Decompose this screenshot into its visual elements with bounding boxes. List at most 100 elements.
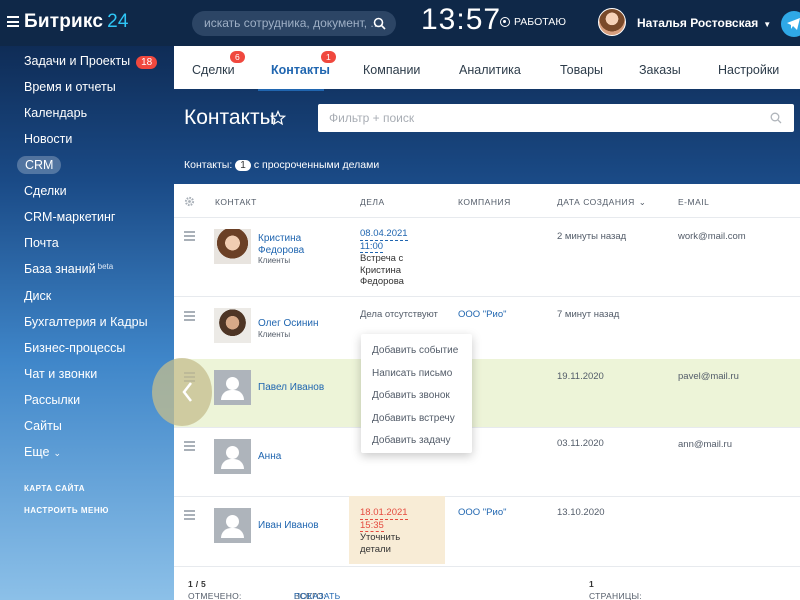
created-date: 2 минуты назад <box>557 231 627 242</box>
created-date: 03.11.2020 <box>557 438 604 449</box>
sidebar-item-tasks[interactable]: Задачи и Проекты 18 <box>24 54 158 69</box>
sidebar-item-crm-marketing[interactable]: CRM-маркетинг <box>24 210 115 224</box>
sidebar-item-news[interactable]: Новости <box>24 132 72 146</box>
drag-handle-icon[interactable] <box>184 311 195 323</box>
drag-handle-icon[interactable] <box>184 231 195 243</box>
sidebar-item-chat[interactable]: Чат и звонки <box>24 367 97 381</box>
sidebar-item-calendar[interactable]: Календарь <box>24 106 87 120</box>
avatar-placeholder[interactable] <box>214 439 251 474</box>
configure-menu-link[interactable]: НАСТРОИТЬ МЕНЮ <box>24 506 109 515</box>
tab-badge: 6 <box>230 51 245 63</box>
menu-item-add-task[interactable]: Добавить задачу <box>361 430 472 453</box>
user-menu[interactable]: Наталья Ростовская ▼ <box>637 16 771 30</box>
search-placeholder: искать сотрудника, документ, ... <box>204 16 381 30</box>
sidebar-item-deals[interactable]: Сделки <box>24 184 67 198</box>
created-date: 19.11.2020 <box>557 371 604 382</box>
tab-badge: 1 <box>321 51 336 63</box>
chevron-down-icon: ⌄ <box>53 448 61 458</box>
tab-companies[interactable]: Компании <box>363 63 420 77</box>
drag-handle-icon[interactable] <box>184 510 195 522</box>
sidebar-item-accounting[interactable]: Бухгалтерия и Кадры <box>24 315 148 329</box>
contact-name-link[interactable]: Иван Иванов <box>258 520 319 532</box>
column-header-contact[interactable]: КОНТАКТ <box>215 197 257 207</box>
sidebar-item-knowledge-base[interactable]: База знаний beta <box>24 262 113 276</box>
back-button[interactable] <box>152 358 212 426</box>
menu-item-add-meeting[interactable]: Добавить встречу <box>361 408 472 431</box>
top-bar: Битрикс 24 искать сотрудника, документ, .… <box>0 0 800 46</box>
active-tab-underline <box>258 89 324 91</box>
sidebar-item-more[interactable]: Еще ⌄ <box>24 445 61 459</box>
tab-analytics[interactable]: Аналитика <box>459 63 521 77</box>
divider <box>174 217 800 218</box>
caret-down-icon: ▼ <box>763 20 772 29</box>
column-header-email[interactable]: E-MAIL <box>678 197 709 207</box>
divider <box>174 296 800 297</box>
menu-icon[interactable] <box>7 16 19 27</box>
column-header-deals[interactable]: ДЕЛА <box>360 197 385 207</box>
user-avatar[interactable] <box>598 8 626 36</box>
counter-badge: 18 <box>136 56 158 69</box>
clock: 13:57 <box>421 3 502 36</box>
crm-tabs: Сделки 6 Контакты 1 Компании Аналитика Т… <box>174 46 800 89</box>
created-date: 7 минут назад <box>557 309 620 320</box>
menu-item-add-event[interactable]: Добавить событие <box>361 340 472 363</box>
send-button[interactable] <box>781 11 800 37</box>
grid-footer: ОТМЕЧЕНО: 1 / 5 ВСЕГО: ПОКАЗАТЬ КОЛИЧЕСТ… <box>174 566 800 600</box>
sidebar-item-time[interactable]: Время и отчеты <box>24 80 116 94</box>
avatar-placeholder[interactable] <box>214 508 251 543</box>
sidebar-item-sites[interactable]: Сайты <box>24 419 62 433</box>
email-value[interactable]: ann@mail.ru <box>678 439 732 451</box>
filter-search-input[interactable]: Фильтр + поиск <box>318 104 794 132</box>
deal-cell[interactable]: 18.01.2021 15:35 Уточнить детали <box>360 507 408 555</box>
sitemap-link[interactable]: КАРТА САЙТА <box>24 484 85 493</box>
tab-settings[interactable]: Настройки <box>718 63 779 77</box>
sidebar-item-business-processes[interactable]: Бизнес-процессы <box>24 341 125 355</box>
contact-name-link[interactable]: Кристина Федорова <box>258 233 304 257</box>
sidebar-item-disk[interactable]: Диск <box>24 289 51 303</box>
avatar-placeholder[interactable] <box>214 370 251 405</box>
sort-desc-icon: ⌄ <box>638 197 647 207</box>
email-value[interactable]: work@mail.com <box>678 231 746 243</box>
drag-handle-icon[interactable] <box>184 441 195 453</box>
avatar[interactable] <box>214 229 251 264</box>
star-icon[interactable] <box>270 110 286 126</box>
company-link[interactable]: ООО "Рио" <box>458 309 506 321</box>
email-value[interactable]: pavel@mail.ru <box>678 371 739 383</box>
show-count-link[interactable]: ПОКАЗАТЬ КОЛИЧЕСТВО <box>294 591 354 600</box>
search-icon[interactable] <box>770 112 782 124</box>
logo[interactable]: Битрикс 24 <box>24 11 129 33</box>
paper-plane-icon <box>787 18 800 30</box>
column-header-company[interactable]: КОМПАНИЯ <box>458 197 511 207</box>
tab-orders[interactable]: Заказы <box>639 63 681 77</box>
search-input[interactable]: искать сотрудника, документ, ... <box>192 11 396 36</box>
play-icon <box>500 17 510 27</box>
sidebar-item-mail[interactable]: Почта <box>24 236 59 250</box>
contact-name-link[interactable]: Олег Осинин <box>258 318 318 330</box>
add-activity-menu: Добавить событие Написать письмо Добавит… <box>361 334 472 453</box>
tab-deals[interactable]: Сделки <box>192 63 235 77</box>
tab-contacts[interactable]: Контакты <box>271 63 330 77</box>
contact-type: Клиенты <box>258 330 291 339</box>
overdue-summary: Контакты: 1 с просроченными делами <box>184 159 380 171</box>
work-status[interactable]: РАБОТАЮ <box>500 16 566 28</box>
created-date: 13.10.2020 <box>557 507 605 518</box>
search-icon[interactable] <box>373 17 386 30</box>
pages-info: СТРАНИЦЫ: 1 <box>589 579 642 600</box>
menu-item-write-letter[interactable]: Написать письмо <box>361 363 472 386</box>
company-link[interactable]: ООО "Рио" <box>458 507 506 519</box>
gear-icon[interactable] <box>184 196 195 207</box>
contacts-grid: КОНТАКТ ДЕЛА КОМПАНИЯ ДАТА СОЗДАНИЯ ⌄ E-M… <box>174 184 800 600</box>
sidebar-item-crm[interactable]: CRM <box>17 156 62 174</box>
page-title: Контакты <box>184 106 275 129</box>
contact-name-link[interactable]: Павел Иванов <box>258 382 324 394</box>
overdue-count[interactable]: 1 <box>235 160 251 171</box>
tab-products[interactable]: Товары <box>560 63 603 77</box>
contact-name-link[interactable]: Анна <box>258 451 281 463</box>
no-deals-text: Дела отсутствуют <box>360 309 438 320</box>
column-header-created[interactable]: ДАТА СОЗДАНИЯ ⌄ <box>557 197 646 208</box>
avatar[interactable] <box>214 308 251 343</box>
divider <box>174 427 800 428</box>
sidebar-item-mailings[interactable]: Рассылки <box>24 393 80 407</box>
deal-cell[interactable]: 08.04.2021 11:00 Встреча с Кристина Федо… <box>360 228 408 288</box>
menu-item-add-call[interactable]: Добавить звонок <box>361 385 472 408</box>
